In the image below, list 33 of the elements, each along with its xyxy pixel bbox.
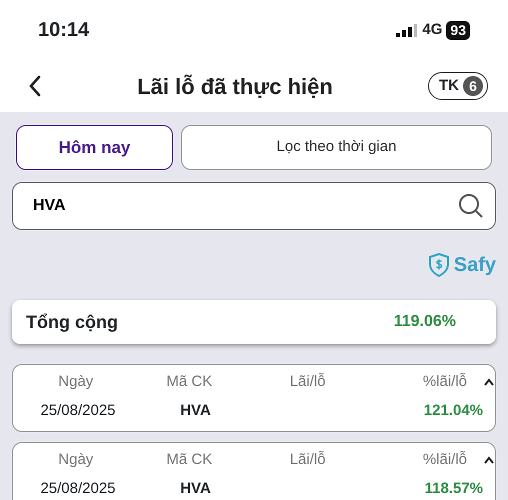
table-cell-text: 121.04% xyxy=(422,400,483,420)
column-header: Mã CK xyxy=(165,450,214,470)
brand-name: Safy xyxy=(454,253,496,278)
column-header: %lãi/lỗ xyxy=(422,372,467,392)
battery-level: 93 xyxy=(446,20,470,40)
column-header: %lãi/lỗ xyxy=(422,450,467,470)
column-header: Lãi/lỗ xyxy=(288,372,327,392)
column-header: Ngày xyxy=(57,372,94,392)
search-icon[interactable] xyxy=(458,193,484,219)
tab[interactable]: Lọc theo thời gian xyxy=(181,125,492,170)
clock-time: 10:14 xyxy=(38,18,90,43)
caret-icon[interactable] xyxy=(483,378,495,386)
shield-icon xyxy=(428,253,450,277)
table-cell-text: 118.57% xyxy=(424,478,483,498)
account-label: TK xyxy=(439,76,459,96)
total-label: Tổng cộng xyxy=(26,310,118,334)
column-header: Mã CK xyxy=(165,372,214,392)
search-field[interactable]: HVA xyxy=(12,182,496,230)
table-cell-text: 25/08/2025 xyxy=(39,478,117,498)
table-cell-text: HVA xyxy=(179,478,212,498)
account-number: 6 xyxy=(463,76,483,96)
column-header: Ngày xyxy=(57,450,94,470)
tab[interactable]: Hôm nay xyxy=(16,125,173,170)
table-cell-text: HVA xyxy=(179,400,212,420)
back-icon[interactable] xyxy=(28,75,42,97)
signal-icon xyxy=(396,24,418,36)
column-header: Lãi/lỗ xyxy=(288,450,327,470)
network-label: 4G xyxy=(422,20,442,40)
caret-icon[interactable] xyxy=(483,456,495,464)
page-title: Lãi lỗ đã thực hiện xyxy=(137,72,333,100)
account-selector[interactable]: TK 6 xyxy=(428,72,488,100)
total-percent: 119.06% xyxy=(394,312,456,332)
table-cell-text: 25/08/2025 xyxy=(39,400,117,420)
